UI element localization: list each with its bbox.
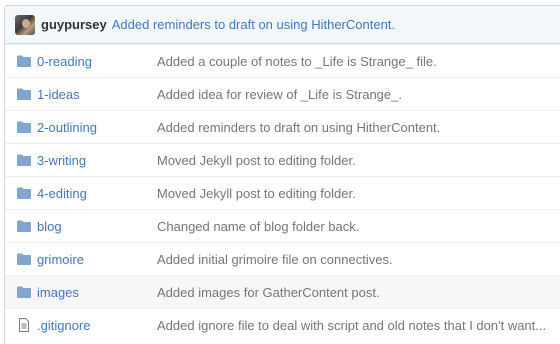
- table-row: 1-ideas Added idea for review of _Life i…: [5, 77, 560, 110]
- commit-message-link[interactable]: Added idea for review of _Life is Strang…: [157, 87, 560, 102]
- table-row: 4-editing Moved Jekyll post to editing f…: [5, 176, 560, 209]
- folder-icon: [5, 154, 37, 166]
- folder-icon: [5, 121, 37, 133]
- folder-icon: [5, 88, 37, 100]
- commit-message[interactable]: Added reminders to draft on using Hither…: [112, 17, 395, 32]
- folder-icon: [5, 187, 37, 199]
- table-row: 2-outlining Added reminders to draft on …: [5, 110, 560, 143]
- table-row: grimoire Added initial grimoire file on …: [5, 242, 560, 275]
- file-link[interactable]: 4-editing: [37, 186, 87, 201]
- commit-message-link[interactable]: Moved Jekyll post to editing folder.: [157, 153, 560, 168]
- commit-message-link[interactable]: Added initial grimoire file on connectiv…: [157, 252, 560, 267]
- table-row: 3-writing Moved Jekyll post to editing f…: [5, 143, 560, 176]
- file-link[interactable]: blog: [37, 219, 62, 234]
- commit-author[interactable]: guypursey: [41, 17, 107, 32]
- file-link[interactable]: 1-ideas: [37, 87, 80, 102]
- table-row: .gitignore Added ignore file to deal wit…: [5, 308, 560, 341]
- latest-commit-bar: guypursey Added reminders to draft on us…: [5, 6, 560, 44]
- folder-icon: [5, 220, 37, 232]
- file-link[interactable]: 3-writing: [37, 153, 86, 168]
- file-link[interactable]: images: [37, 285, 79, 300]
- commit-message-link[interactable]: Added ignore file to deal with script an…: [157, 318, 560, 333]
- avatar[interactable]: [15, 14, 35, 35]
- folder-icon: [5, 253, 37, 265]
- file-table: guypursey Added reminders to draft on us…: [4, 5, 560, 344]
- table-row: images Added images for GatherContent po…: [5, 275, 560, 308]
- commit-message-link[interactable]: Added reminders to draft on using Hither…: [157, 120, 560, 135]
- commit-message-link[interactable]: Moved Jekyll post to editing folder.: [157, 186, 560, 201]
- commit-message-link[interactable]: Added a couple of notes to _Life is Stra…: [157, 54, 560, 69]
- commit-message-link[interactable]: Changed name of blog folder back.: [157, 219, 560, 234]
- repo-file-browser: guypursey Added reminders to draft on us…: [0, 0, 560, 344]
- commit-message-link[interactable]: Added images for GatherContent post.: [157, 285, 560, 300]
- file-link[interactable]: grimoire: [37, 252, 84, 267]
- folder-icon: [5, 55, 37, 67]
- file-icon: [5, 318, 37, 332]
- table-row: blog Changed name of blog folder back.: [5, 209, 560, 242]
- file-link[interactable]: 0-reading: [37, 54, 92, 69]
- file-link[interactable]: 2-outlining: [37, 120, 97, 135]
- folder-icon: [5, 286, 37, 298]
- file-link[interactable]: .gitignore: [37, 318, 90, 333]
- table-row: 0-reading Added a couple of notes to _Li…: [5, 44, 560, 77]
